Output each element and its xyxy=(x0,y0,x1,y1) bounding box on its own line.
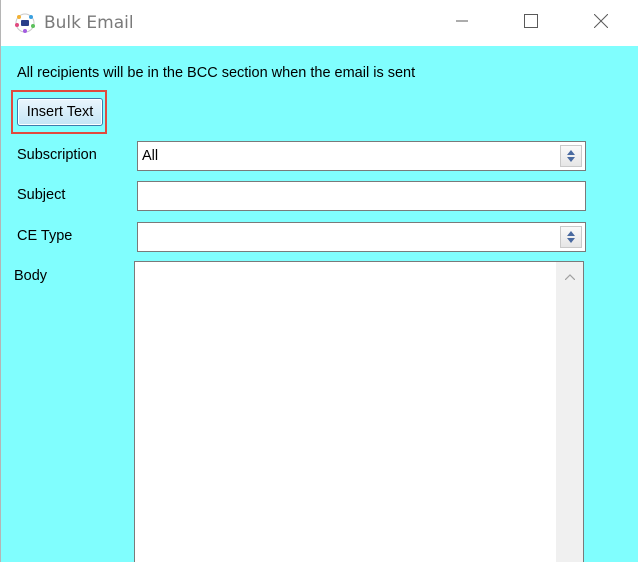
chevron-up-icon xyxy=(567,231,575,236)
body-scrollbar[interactable] xyxy=(556,262,583,562)
maximize-icon xyxy=(524,13,538,33)
subject-input[interactable] xyxy=(137,181,586,211)
minimize-icon xyxy=(456,14,468,32)
body-label: Body xyxy=(14,268,48,284)
subscription-value: All xyxy=(142,148,159,164)
ce-type-label: CE Type xyxy=(17,228,73,244)
chevron-up-icon xyxy=(567,150,575,155)
subscription-spinner[interactable] xyxy=(560,145,582,167)
bulk-email-window: Bulk Email All recipients will be in the… xyxy=(0,0,638,562)
minimize-button[interactable] xyxy=(439,0,485,46)
chevron-down-icon xyxy=(567,157,575,162)
ce-type-spinner[interactable] xyxy=(560,226,582,248)
maximize-button[interactable] xyxy=(508,0,554,46)
body-textarea[interactable] xyxy=(134,261,584,562)
chevron-up-icon xyxy=(564,267,576,285)
close-button[interactable] xyxy=(578,0,624,46)
chevron-down-icon xyxy=(567,238,575,243)
scroll-up-button[interactable] xyxy=(557,262,583,290)
title-bar[interactable]: Bulk Email xyxy=(1,0,638,46)
insert-text-button[interactable]: Insert Text xyxy=(17,98,103,126)
ce-type-select[interactable] xyxy=(137,222,586,252)
subscription-label: Subscription xyxy=(17,147,97,163)
window-title: Bulk Email xyxy=(44,13,134,33)
subscription-select[interactable]: All xyxy=(137,141,586,171)
app-logo-icon xyxy=(13,12,37,34)
form-area: All recipients will be in the BCC sectio… xyxy=(1,46,638,562)
close-icon xyxy=(593,13,609,33)
bcc-notice: All recipients will be in the BCC sectio… xyxy=(17,65,416,81)
subject-label: Subject xyxy=(17,187,66,203)
